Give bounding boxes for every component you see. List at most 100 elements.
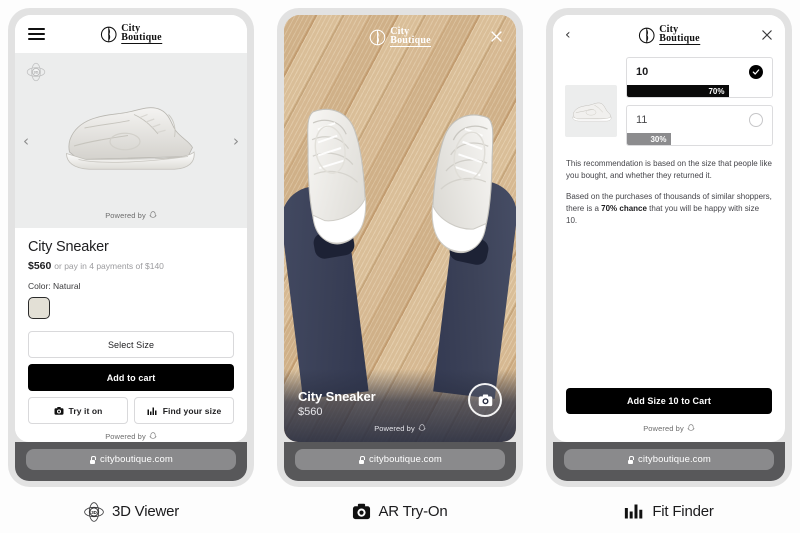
product-3d-viewer[interactable]: 3D ‹ › Powered by xyxy=(15,53,247,228)
snapchat-ghost-icon xyxy=(149,211,157,218)
store-header: City Boutique xyxy=(15,15,247,53)
bar-chart-icon xyxy=(624,502,645,521)
svg-text:3D: 3D xyxy=(34,71,39,75)
phone-ar-tryon: City Boutique City Sneaker $560 Powered … xyxy=(277,8,523,487)
3d-rotate-icon[interactable]: 3D xyxy=(25,61,47,83)
size-option-header: 11 xyxy=(627,106,772,133)
try-it-on-label: Try it on xyxy=(68,405,103,416)
cb-monogram-icon xyxy=(638,27,655,43)
size-confidence-fill: 70% xyxy=(627,85,729,97)
powered-by-details: Powered by xyxy=(28,432,234,441)
url-bar[interactable]: cityboutique.com xyxy=(295,449,505,470)
product-3d-model[interactable] xyxy=(56,91,206,183)
screen-3d-viewer: City Boutique 3D ‹ › Powered by City Sne… xyxy=(15,15,247,442)
powered-by-label: Powered by xyxy=(643,424,684,433)
hamburger-icon[interactable] xyxy=(28,27,45,41)
screenshot-root: City Boutique 3D ‹ › Powered by City Sne… xyxy=(0,0,800,533)
url-bar[interactable]: cityboutique.com xyxy=(564,449,774,470)
browser-bar: cityboutique.com xyxy=(15,442,247,481)
camera-icon xyxy=(54,406,64,415)
fit-finder-footer: Add Size 10 to Cart Powered by xyxy=(553,388,785,442)
caption-label: Fit Finder xyxy=(652,503,714,520)
check-icon xyxy=(752,69,760,75)
cb-monogram-icon xyxy=(369,29,386,45)
phone-fit-finder: ‹ City Boutique 10 70% 11 30% This recom… xyxy=(546,8,792,487)
size-option-header: 10 xyxy=(627,58,772,85)
back-button[interactable]: ‹ xyxy=(565,27,571,43)
phones-row: City Boutique 3D ‹ › Powered by City Sne… xyxy=(0,0,800,490)
size-label: 10 xyxy=(636,66,649,78)
camera-icon xyxy=(478,394,492,406)
brand-line-2: Boutique xyxy=(390,35,431,47)
powered-by-fit: Powered by xyxy=(566,424,772,433)
product-title: City Sneaker xyxy=(28,239,109,255)
size-confidence-fill: 30% xyxy=(627,133,671,145)
add-to-cart-button[interactable]: Add to cart xyxy=(28,364,234,391)
caption-label: 3D Viewer xyxy=(111,503,180,520)
brand-line-2: Boutique xyxy=(659,33,700,45)
product-installments: or pay in 4 payments of $140 xyxy=(54,261,164,271)
find-your-size-button[interactable]: Find your size xyxy=(134,397,234,424)
size-label: 11 xyxy=(636,114,648,126)
carousel-prev-button[interactable]: ‹ xyxy=(23,132,29,150)
size-confidence-meter: 30% xyxy=(627,133,772,145)
3d-viewer-icon: 3D xyxy=(83,501,105,523)
select-size-button[interactable]: Select Size xyxy=(28,331,234,358)
purchase-actions: Select Size Add to cart Try it on Find y… xyxy=(28,331,234,424)
caption-ar-tryon: AR Try-On xyxy=(277,502,523,521)
phone-3d-viewer: City Boutique 3D ‹ › Powered by City Sne… xyxy=(8,8,254,487)
svg-text:3D: 3D xyxy=(91,509,97,514)
bar-chart-icon xyxy=(147,407,157,415)
product-thumbnail[interactable] xyxy=(565,85,617,137)
size-option-row[interactable]: 10 70% xyxy=(626,57,773,98)
url-bar[interactable]: cityboutique.com xyxy=(26,449,236,470)
find-your-size-label: Find your size xyxy=(162,405,222,416)
try-it-on-button[interactable]: Try it on xyxy=(28,397,128,424)
snapchat-ghost-icon xyxy=(418,424,426,431)
add-size-to-cart-button[interactable]: Add Size 10 to Cart xyxy=(566,388,772,414)
recommendation-paragraph-2: Based on the purchases of thousands of s… xyxy=(566,191,772,227)
size-selected-radio[interactable] xyxy=(749,65,763,79)
browser-bar: cityboutique.com xyxy=(553,442,785,481)
ar-product-overlay: City Sneaker $560 Powered by xyxy=(284,369,516,442)
caption-3d-viewer: 3D 3D Viewer xyxy=(8,501,254,523)
brand-logo[interactable]: City Boutique xyxy=(100,23,162,44)
powered-by-label: Powered by xyxy=(374,424,415,433)
product-details: City Sneaker $560 or pay in 4 payments o… xyxy=(15,228,247,442)
brand-logo[interactable]: City Boutique xyxy=(369,26,431,47)
screen-ar-tryon: City Boutique City Sneaker $560 Powered … xyxy=(284,15,516,442)
caption-fit-finder: Fit Finder xyxy=(546,502,792,521)
caption-label: AR Try-On xyxy=(378,503,448,520)
product-price: $560 xyxy=(28,260,52,272)
recommendation-paragraph-1: This recommendation is based on the size… xyxy=(566,159,772,180)
carousel-next-button[interactable]: › xyxy=(233,132,239,150)
size-option-row[interactable]: 11 30% xyxy=(626,105,773,146)
feature-buttons: Try it on Find your size xyxy=(28,397,234,424)
ar-header: City Boutique xyxy=(284,15,516,59)
cb-monogram-icon xyxy=(100,26,117,42)
lock-icon xyxy=(89,455,97,464)
camera-icon xyxy=(352,502,371,521)
brand-logo[interactable]: City Boutique xyxy=(638,24,700,45)
size-unselected-radio[interactable] xyxy=(749,113,763,127)
powered-by-label: Powered by xyxy=(105,211,146,220)
url-text: cityboutique.com xyxy=(638,454,711,465)
powered-by-ar: Powered by xyxy=(298,424,502,433)
close-icon[interactable] xyxy=(761,29,773,41)
close-icon[interactable] xyxy=(490,30,503,43)
snapchat-ghost-icon xyxy=(149,432,157,439)
size-confidence-meter: 70% xyxy=(627,85,772,97)
color-swatch-natural[interactable] xyxy=(28,297,50,319)
ar-camera-view[interactable]: City Boutique City Sneaker $560 Powered … xyxy=(284,15,516,442)
size-options-list: 10 70% 11 30% xyxy=(626,57,773,146)
product-price-row: $560 or pay in 4 payments of $140 xyxy=(28,260,234,272)
browser-bar: cityboutique.com xyxy=(284,442,516,481)
powered-by-label: Powered by xyxy=(105,432,146,441)
color-label: Color: Natural xyxy=(28,281,81,291)
snapchat-ghost-icon xyxy=(687,424,695,431)
screen-fit-finder: ‹ City Boutique 10 70% 11 30% This recom… xyxy=(553,15,785,442)
camera-shutter-button[interactable] xyxy=(468,383,502,417)
recommendation-copy: This recommendation is based on the size… xyxy=(553,146,785,236)
url-text: cityboutique.com xyxy=(100,454,173,465)
caption-row: 3D 3D Viewer AR Try-On Fit Finder xyxy=(0,490,800,533)
